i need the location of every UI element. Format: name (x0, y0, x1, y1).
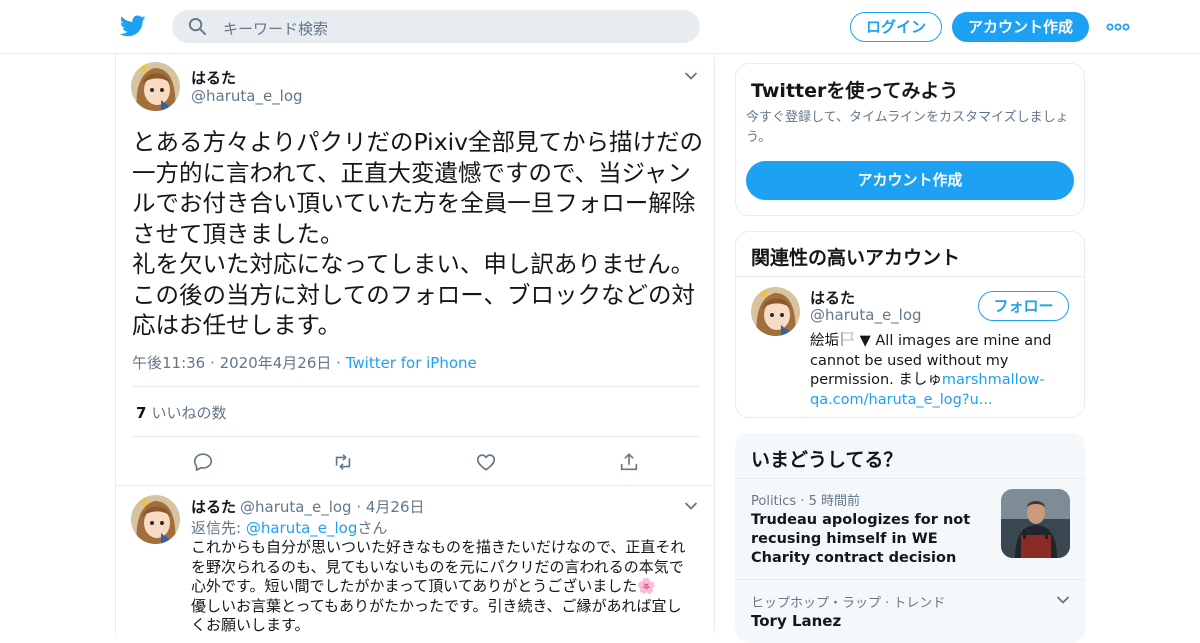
divider (132, 436, 700, 437)
card-title: Twitterを使ってみよう (751, 80, 959, 102)
avatar-illustration (751, 287, 800, 336)
reply-header: はるた @haruta_e_log · 4月26日 (191, 496, 425, 517)
trend-thumbnail[interactable] (1001, 489, 1070, 558)
meta-separator: · (796, 494, 809, 509)
meta-separator: · (336, 354, 346, 372)
divider (132, 386, 700, 387)
likes-count-link[interactable]: 7 いいねの数 (136, 402, 226, 423)
more-menu-icon[interactable] (1106, 19, 1130, 35)
avatar[interactable] (751, 287, 800, 336)
card-title: 関連性の高いアカウント (751, 247, 961, 269)
search-icon (188, 17, 207, 36)
trend-headline[interactable]: Trudeau apologizes for not recusing hims… (751, 511, 989, 568)
reply-date[interactable]: 4月26日 (366, 498, 425, 516)
author-name[interactable]: はるた (191, 67, 236, 88)
search-box[interactable]: キーワード検索 (172, 10, 700, 43)
signup-promo-card: Twitterを使ってみよう 今すぐ登録して、タイムラインをカスタマイズしましょ… (735, 63, 1085, 216)
divider (736, 579, 1084, 580)
tweet-date[interactable]: 2020年4月26日 (220, 354, 332, 372)
card-title: いまどうしてる？ (751, 449, 903, 471)
meta-separator: · (210, 354, 220, 372)
news-photo (1001, 489, 1070, 558)
tweet-metadata: 午後11:36 · 2020年4月26日 · Twitter for iPhon… (132, 352, 477, 373)
trend-title[interactable]: Tory Lanez (751, 612, 841, 630)
account-name[interactable]: はるた (810, 287, 855, 308)
main-timeline-column: はるた @haruta_e_log とある方々よりパクリだのPixiv全部見てか… (115, 54, 715, 634)
follow-button[interactable]: フォロー (978, 291, 1069, 321)
trend-category: Politics (751, 494, 797, 509)
replying-to: 返信先: @haruta_e_logさん (191, 517, 387, 538)
chevron-down-icon[interactable] (1056, 595, 1070, 605)
meta-separator: · (351, 498, 366, 516)
divider (736, 276, 1084, 277)
account-handle[interactable]: @haruta_e_log (810, 306, 922, 324)
related-accounts-card: 関連性の高いアカウント はるた @haruta_e_log フォロー 絵垢 ▼ … (735, 231, 1085, 418)
white-flag-icon (841, 332, 854, 346)
tweet-text: とある方々よりパクリだのPixiv全部見てから描けだの一方的に言われて、正直大変… (132, 128, 704, 339)
search-placeholder: キーワード検索 (223, 20, 329, 38)
likes-count: 7 (136, 404, 147, 422)
account-bio: 絵垢 ▼ All images are mine and cannot be u… (810, 331, 1072, 410)
chevron-down-icon[interactable] (684, 501, 698, 511)
reply-text: これからも自分が思いついた好きなものを描きたいだけなので、正直それを野次られるの… (191, 538, 686, 634)
create-account-button[interactable]: アカウント作成 (746, 161, 1074, 200)
replying-to-prefix: 返信先: (191, 519, 246, 537)
bio-prefix: 絵垢 (810, 333, 839, 349)
card-subtitle: 今すぐ登録して、タイムラインをカスタマイズしましょう。 (746, 110, 1069, 145)
top-navigation-bar: キーワード検索 ログイン アカウント作成 (0, 0, 1200, 54)
like-heart-icon[interactable] (475, 451, 497, 473)
reply-author-handle[interactable]: @haruta_e_log (240, 498, 352, 516)
divider (736, 478, 1084, 479)
trends-card: いまどうしてる？ Politics · 5 時間前 Trudeau apolog… (735, 433, 1085, 643)
trend-meta: Politics · 5 時間前 (751, 490, 860, 509)
login-button[interactable]: ログイン (850, 12, 942, 42)
replying-to-handle[interactable]: @haruta_e_log (246, 519, 358, 537)
tweet-separator (116, 485, 714, 486)
author-handle[interactable]: @haruta_e_log (191, 87, 303, 105)
reply-author-name[interactable]: はるた (191, 498, 236, 516)
share-icon[interactable] (618, 451, 640, 473)
avatar-illustration (131, 62, 180, 111)
avatar[interactable] (131, 62, 180, 111)
retweet-icon[interactable] (332, 451, 354, 473)
trend-time: 5 時間前 (808, 494, 860, 509)
avatar-illustration (131, 495, 180, 544)
twitter-bird-icon[interactable] (120, 13, 146, 39)
likes-label: いいねの数 (151, 404, 227, 422)
avatar[interactable] (131, 495, 180, 544)
reply-icon[interactable] (192, 451, 214, 473)
signup-button[interactable]: アカウント作成 (952, 12, 1089, 42)
chevron-down-icon[interactable] (684, 71, 698, 81)
tweet-source-link[interactable]: Twitter for iPhone (346, 354, 477, 372)
tweet-time[interactable]: 午後11:36 (132, 354, 205, 372)
replying-to-suffix: さん (357, 519, 388, 537)
trend-category: ヒップホップ・ラップ · トレンド (751, 596, 946, 611)
